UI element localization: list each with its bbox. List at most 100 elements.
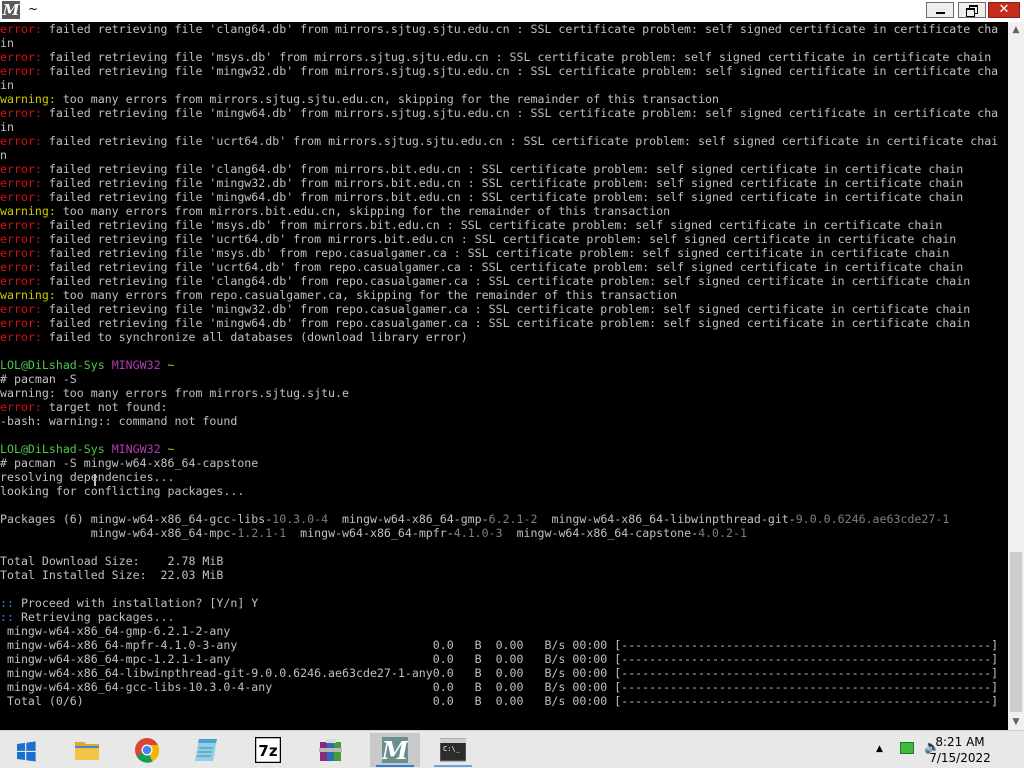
terminal-text: mingw-w64-x86_64-gmp- <box>328 512 489 526</box>
terminal-text: failed retrieving file 'mingw64.db' from… <box>41 316 971 330</box>
clock-time: 8:21 AM <box>935 735 985 749</box>
scroll-thumb[interactable] <box>1010 552 1022 712</box>
terminal-text: mingw-w64-x86_64-mpfr-4.1.0-3-any 0.0 B … <box>0 638 1008 652</box>
terminal-line: :: Retrieving packages... <box>0 610 1008 624</box>
terminal-line: n <box>0 148 1008 162</box>
mintty-app-icon[interactable]: M <box>2 1 20 19</box>
terminal-line: error: failed retrieving file 'mingw32.d… <box>0 64 1008 78</box>
battery-charging-icon[interactable] <box>900 742 914 754</box>
terminal-error-text: error: <box>0 22 42 36</box>
terminal-text: 4.1.0-3 <box>453 526 503 540</box>
terminal-line: mingw-w64-x86_64-libwinpthread-git-9.0.0… <box>0 666 1008 680</box>
command-prompt-icon: C:\_ <box>440 738 466 762</box>
chevron-up-icon[interactable]: ▲ <box>876 744 883 754</box>
terminal-line: mingw-w64-x86_64-gmp-6.2.1-2-any <box>0 624 1008 638</box>
terminal-text: mingw-w64-x86_64-gmp-6.2.1-2-any <box>0 624 231 638</box>
terminal-line: error: failed retrieving file 'msys.db' … <box>0 50 1008 64</box>
terminal-text: mingw-w64-x86_64-mpc- <box>0 526 238 540</box>
terminal-error-text: error: <box>0 64 42 78</box>
terminal-text: failed retrieving file 'mingw64.db' from… <box>41 190 964 204</box>
svg-text:C:\_: C:\_ <box>443 745 461 753</box>
terminal-text: mingw-w64-x86_64-libwinpthread-git- <box>537 512 796 526</box>
minimize-button[interactable] <box>926 2 954 18</box>
terminal-line: -bash: warning:: command not found <box>0 414 1008 428</box>
terminal-text: Total (0/6) 0.0 B 0.00 B/s 00:00 [------… <box>0 694 1008 708</box>
terminal-line: in <box>0 78 1008 92</box>
terminal-line: resolving dependencies... <box>0 470 1008 484</box>
terminal-line: error: failed retrieving file 'mingw64.d… <box>0 316 1008 330</box>
terminal-text: failed retrieving file 'clang64.db' from… <box>41 22 999 36</box>
window-titlebar[interactable]: M ~ ✕ <box>0 0 1024 22</box>
terminal-error-text: error: <box>0 190 42 204</box>
scroll-up-arrow-icon[interactable]: ▲ <box>1008 22 1024 38</box>
terminal-line: error: failed retrieving file 'clang64.d… <box>0 22 1008 36</box>
terminal-text: mingw-w64-x86_64-mpfr- <box>286 526 454 540</box>
terminal-text: target not found: <box>41 400 168 414</box>
restore-icon <box>966 5 978 17</box>
taskbar-file-explorer[interactable] <box>62 733 112 767</box>
terminal-line: error: failed retrieving file 'ucrt64.db… <box>0 134 1008 148</box>
terminal-text: Packages (6) <box>0 512 91 526</box>
terminal-host-text: MINGW32 <box>111 358 161 372</box>
terminal-text: too many errors from repo.casualgamer.ca… <box>55 288 678 302</box>
terminal-line: error: failed retrieving file 'mingw64.d… <box>0 106 1008 120</box>
text-cursor <box>94 474 96 486</box>
terminal-text: warning: too many errors from mirrors.sj… <box>0 386 350 400</box>
terminal-line: error: target not found: <box>0 400 1008 414</box>
winrar-books-icon <box>319 739 342 761</box>
terminal-text: mingw-w64-x86_64-capstone- <box>502 526 699 540</box>
terminal-text: failed retrieving file 'clang64.db' from… <box>41 162 964 176</box>
system-clock[interactable]: 8:21 AM 7/15/2022 <box>920 734 1000 766</box>
terminal-scrollbar[interactable]: ▲ ▼ <box>1008 22 1024 730</box>
taskbar-cmd[interactable]: C:\_ <box>428 733 478 767</box>
terminal-prompt-text: ~ <box>160 358 175 372</box>
notepad-icon <box>195 739 217 761</box>
taskbar-chrome[interactable] <box>122 733 172 767</box>
taskbar-msys2-mintty[interactable]: M <box>370 733 420 767</box>
terminal-line: Total Installed Size: 22.03 MiB <box>0 568 1008 582</box>
terminal-user-text: LOL@DiLshad-Sys <box>0 358 105 372</box>
folder-icon <box>75 742 99 760</box>
terminal-text: Total Download Size: 2.78 MiB <box>0 554 224 568</box>
terminal-text: mingw-w64-x86_64-libwinpthread-git-9.0.0… <box>0 666 1008 680</box>
terminal-line: error: failed retrieving file 'msys.db' … <box>0 218 1008 232</box>
terminal-warning-text: warning: <box>0 288 56 302</box>
terminal-text: failed to synchronize all databases (dow… <box>41 330 468 344</box>
window-title: ~ <box>28 2 39 16</box>
terminal-line: # pacman -S <box>0 372 1008 386</box>
restore-button[interactable] <box>958 2 986 18</box>
terminal-output[interactable]: error: failed retrieving file 'clang64.d… <box>0 22 1008 730</box>
terminal-line: error: failed to synchronize all databas… <box>0 330 1008 344</box>
terminal-error-text: error: <box>0 260 42 274</box>
terminal-text: failed retrieving file 'mingw64.db' from… <box>41 106 999 120</box>
svg-text:7z: 7z <box>258 742 277 760</box>
terminal-text: Total Installed Size: 22.03 MiB <box>0 568 224 582</box>
terminal-text: failed retrieving file 'clang64.db' from… <box>41 274 971 288</box>
taskbar-7zip[interactable]: 7z <box>243 733 293 767</box>
terminal-blue-text: :: <box>0 610 14 624</box>
terminal-text: looking for conflicting packages... <box>0 484 245 498</box>
terminal-text: resolving dependencies... <box>0 470 175 484</box>
terminal-line: mingw-w64-x86_64-mpfr-4.1.0-3-any 0.0 B … <box>0 638 1008 652</box>
taskbar-notepad[interactable] <box>181 733 231 767</box>
terminal-error-text: error: <box>0 274 42 288</box>
terminal-text: Proceed with installation? [Y/n] Y <box>13 596 259 610</box>
terminal-line: warning: too many errors from mirrors.sj… <box>0 92 1008 106</box>
start-button[interactable] <box>2 733 52 767</box>
terminal-warning-text: warning: <box>0 204 56 218</box>
terminal-error-text: error: <box>0 232 42 246</box>
terminal-text: -bash: warning:: command not found <box>0 414 238 428</box>
terminal-text: failed retrieving file 'ucrt64.db' from … <box>41 232 957 246</box>
terminal-line: :: Proceed with installation? [Y/n] Y <box>0 596 1008 610</box>
terminal-line: mingw-w64-x86_64-mpc-1.2.1-1 mingw-w64-x… <box>0 526 1008 540</box>
terminal-error-text: error: <box>0 50 42 64</box>
terminal-line: error: failed retrieving file 'ucrt64.db… <box>0 232 1008 246</box>
scroll-down-arrow-icon[interactable]: ▼ <box>1008 714 1024 730</box>
close-button[interactable]: ✕ <box>988 2 1020 18</box>
taskbar-winrar[interactable] <box>306 733 356 767</box>
terminal-error-text: error: <box>0 400 42 414</box>
